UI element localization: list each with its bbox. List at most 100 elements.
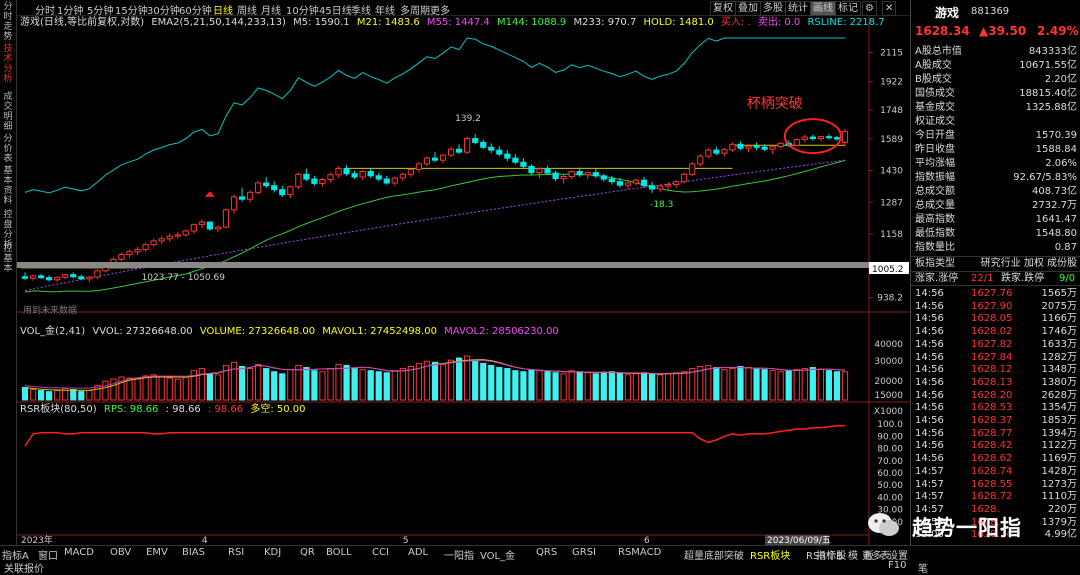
volume-bar — [158, 376, 165, 401]
period-15min[interactable]: 15分钟 — [115, 2, 148, 17]
period-more[interactable]: 更多 — [430, 2, 450, 17]
candle-body — [544, 168, 551, 174]
quote-row: 今日开盘 1570.39 — [911, 129, 1080, 142]
candle-body — [769, 146, 776, 150]
candle-body — [295, 173, 302, 188]
candle-body — [206, 221, 214, 230]
quote-value: 1570.39 — [1035, 130, 1077, 141]
volume-bar — [608, 371, 615, 401]
period-60min[interactable]: 60分钟 — [179, 2, 212, 17]
candle-body — [793, 139, 800, 146]
indicator-tab[interactable]: RSR板块 — [750, 547, 790, 562]
candle-body — [367, 171, 374, 177]
horizontal-scrollbar[interactable] — [17, 262, 869, 268]
tab-board[interactable]: 板 — [864, 547, 874, 562]
period-45day[interactable]: 45日线 — [319, 2, 352, 17]
candle-body — [391, 177, 398, 184]
tick-price: 1628.74 — [971, 465, 1013, 477]
tool-mark[interactable]: 标记 — [835, 1, 861, 16]
tab-indicator-b[interactable]: 指标B — [816, 547, 843, 562]
tick-time: 14:56 — [915, 338, 944, 350]
indicator-tab[interactable]: RSMACD — [618, 547, 661, 558]
tab-model[interactable]: 模 — [848, 547, 858, 562]
candle-body — [753, 145, 760, 148]
candle-body — [142, 244, 149, 251]
volume-bar — [576, 371, 583, 401]
volume-bar — [512, 370, 519, 401]
volume-bar — [656, 374, 664, 401]
tick-time: 14:56 — [915, 440, 944, 452]
period-10min[interactable]: 10分钟 — [286, 2, 319, 17]
tick-volume: 1394万 — [1041, 427, 1077, 439]
volume-bar — [809, 367, 816, 401]
chart-area[interactable]: 21151922174815891430128711581042938.2400… — [17, 16, 910, 545]
candle-body — [238, 196, 246, 200]
tick-price: 1627.82 — [971, 338, 1013, 350]
volume-bar — [600, 372, 607, 401]
close-icon[interactable]: ✕ — [882, 1, 897, 16]
indicator-tab[interactable]: QR — [300, 547, 315, 558]
tool-draw[interactable]: 画线 — [810, 1, 836, 16]
indicator-tab[interactable]: KDJ — [264, 547, 281, 558]
updown-label: 涨家.涨停 — [915, 273, 959, 284]
quote-row: 总成交额 408.73亿 — [911, 185, 1080, 198]
period-quarter[interactable]: 季线 — [351, 2, 371, 17]
indicator-tab[interactable]: RSI — [228, 547, 244, 558]
volume-bar — [552, 372, 559, 401]
tool-overlay[interactable]: 叠加 — [735, 1, 761, 16]
period-30min[interactable]: 30分钟 — [147, 2, 180, 17]
tick-time: 14:56 — [915, 389, 944, 401]
tab-tech-analysis[interactable]: 技术分析 — [1, 44, 15, 84]
candle-body — [319, 179, 326, 184]
period-year[interactable]: 年线 — [375, 2, 395, 17]
tick-price: 1627.84 — [971, 351, 1013, 363]
period-5min[interactable]: 5分钟 — [87, 2, 113, 17]
tick-volume: 2075万 — [1041, 300, 1077, 312]
quote-row: 昨日收盘 1588.84 — [911, 143, 1080, 156]
indicator-tab[interactable]: 超量底部突破 — [684, 547, 744, 562]
y-tick-label: 1748 — [880, 106, 903, 116]
candle-body — [833, 137, 841, 140]
tab-time-share[interactable]: 分时走势 — [1, 2, 15, 42]
candle-body — [134, 249, 141, 253]
indicator-tab[interactable]: MACD — [64, 547, 94, 558]
tab-trade-detail[interactable]: 成交明细 — [1, 92, 15, 132]
quote-value: 2732.7万 — [1032, 200, 1077, 211]
period-1min[interactable]: 1分钟 — [57, 2, 83, 17]
indicator-tab[interactable]: BOLL — [326, 547, 352, 558]
candle-body — [576, 171, 583, 176]
tab-control-basic[interactable]: 控基本 — [1, 244, 15, 274]
indicator-tab[interactable]: OBV — [110, 547, 131, 558]
tool-stats[interactable]: 统计 — [785, 1, 811, 16]
period-multi[interactable]: 多周期 — [400, 2, 430, 17]
period-monthly[interactable]: 月线 — [261, 2, 281, 17]
f10-button[interactable]: F10 — [888, 560, 906, 571]
tool-fuquan[interactable]: 复权 — [710, 1, 736, 16]
indicator-tab[interactable]: QRS — [536, 547, 557, 558]
rsline — [24, 37, 845, 194]
indicator-tab[interactable]: ADL — [408, 547, 428, 558]
rsr-tick-label: 90.00 — [877, 432, 903, 442]
quote-row: 总成交量 2732.7万 — [911, 199, 1080, 212]
indicator-tab[interactable]: CCI — [372, 547, 389, 558]
indicator-tab[interactable]: VOL_金 — [480, 547, 515, 562]
tool-multi-stock[interactable]: 多股 — [760, 1, 786, 16]
tab-price-table[interactable]: 分价表 — [1, 134, 15, 164]
period-daily[interactable]: 日线 — [213, 2, 233, 17]
gear-icon[interactable]: ⚙ — [862, 1, 877, 16]
indicator-tab[interactable]: 一阳指 — [444, 547, 474, 562]
tick-price: 1628.12 — [971, 364, 1013, 376]
volume-bar — [367, 370, 374, 401]
indicator-tab[interactable]: BIAS — [182, 547, 205, 558]
tick-volume: 1380万 — [1041, 376, 1077, 388]
pen-button[interactable]: 笔 — [918, 560, 928, 575]
volume-bar — [246, 368, 254, 401]
volume-bar — [480, 362, 487, 401]
indicator-tab[interactable]: EMV — [146, 547, 168, 558]
tick-price: 1628.55 — [971, 478, 1013, 490]
tab-basic-info[interactable]: 基本资料 — [1, 166, 15, 206]
indicator-tab[interactable]: GRSI — [572, 547, 596, 558]
period-weekly[interactable]: 周线 — [237, 2, 257, 17]
period-fenshi[interactable]: 分时 — [35, 2, 55, 17]
volume-bar — [21, 386, 29, 401]
